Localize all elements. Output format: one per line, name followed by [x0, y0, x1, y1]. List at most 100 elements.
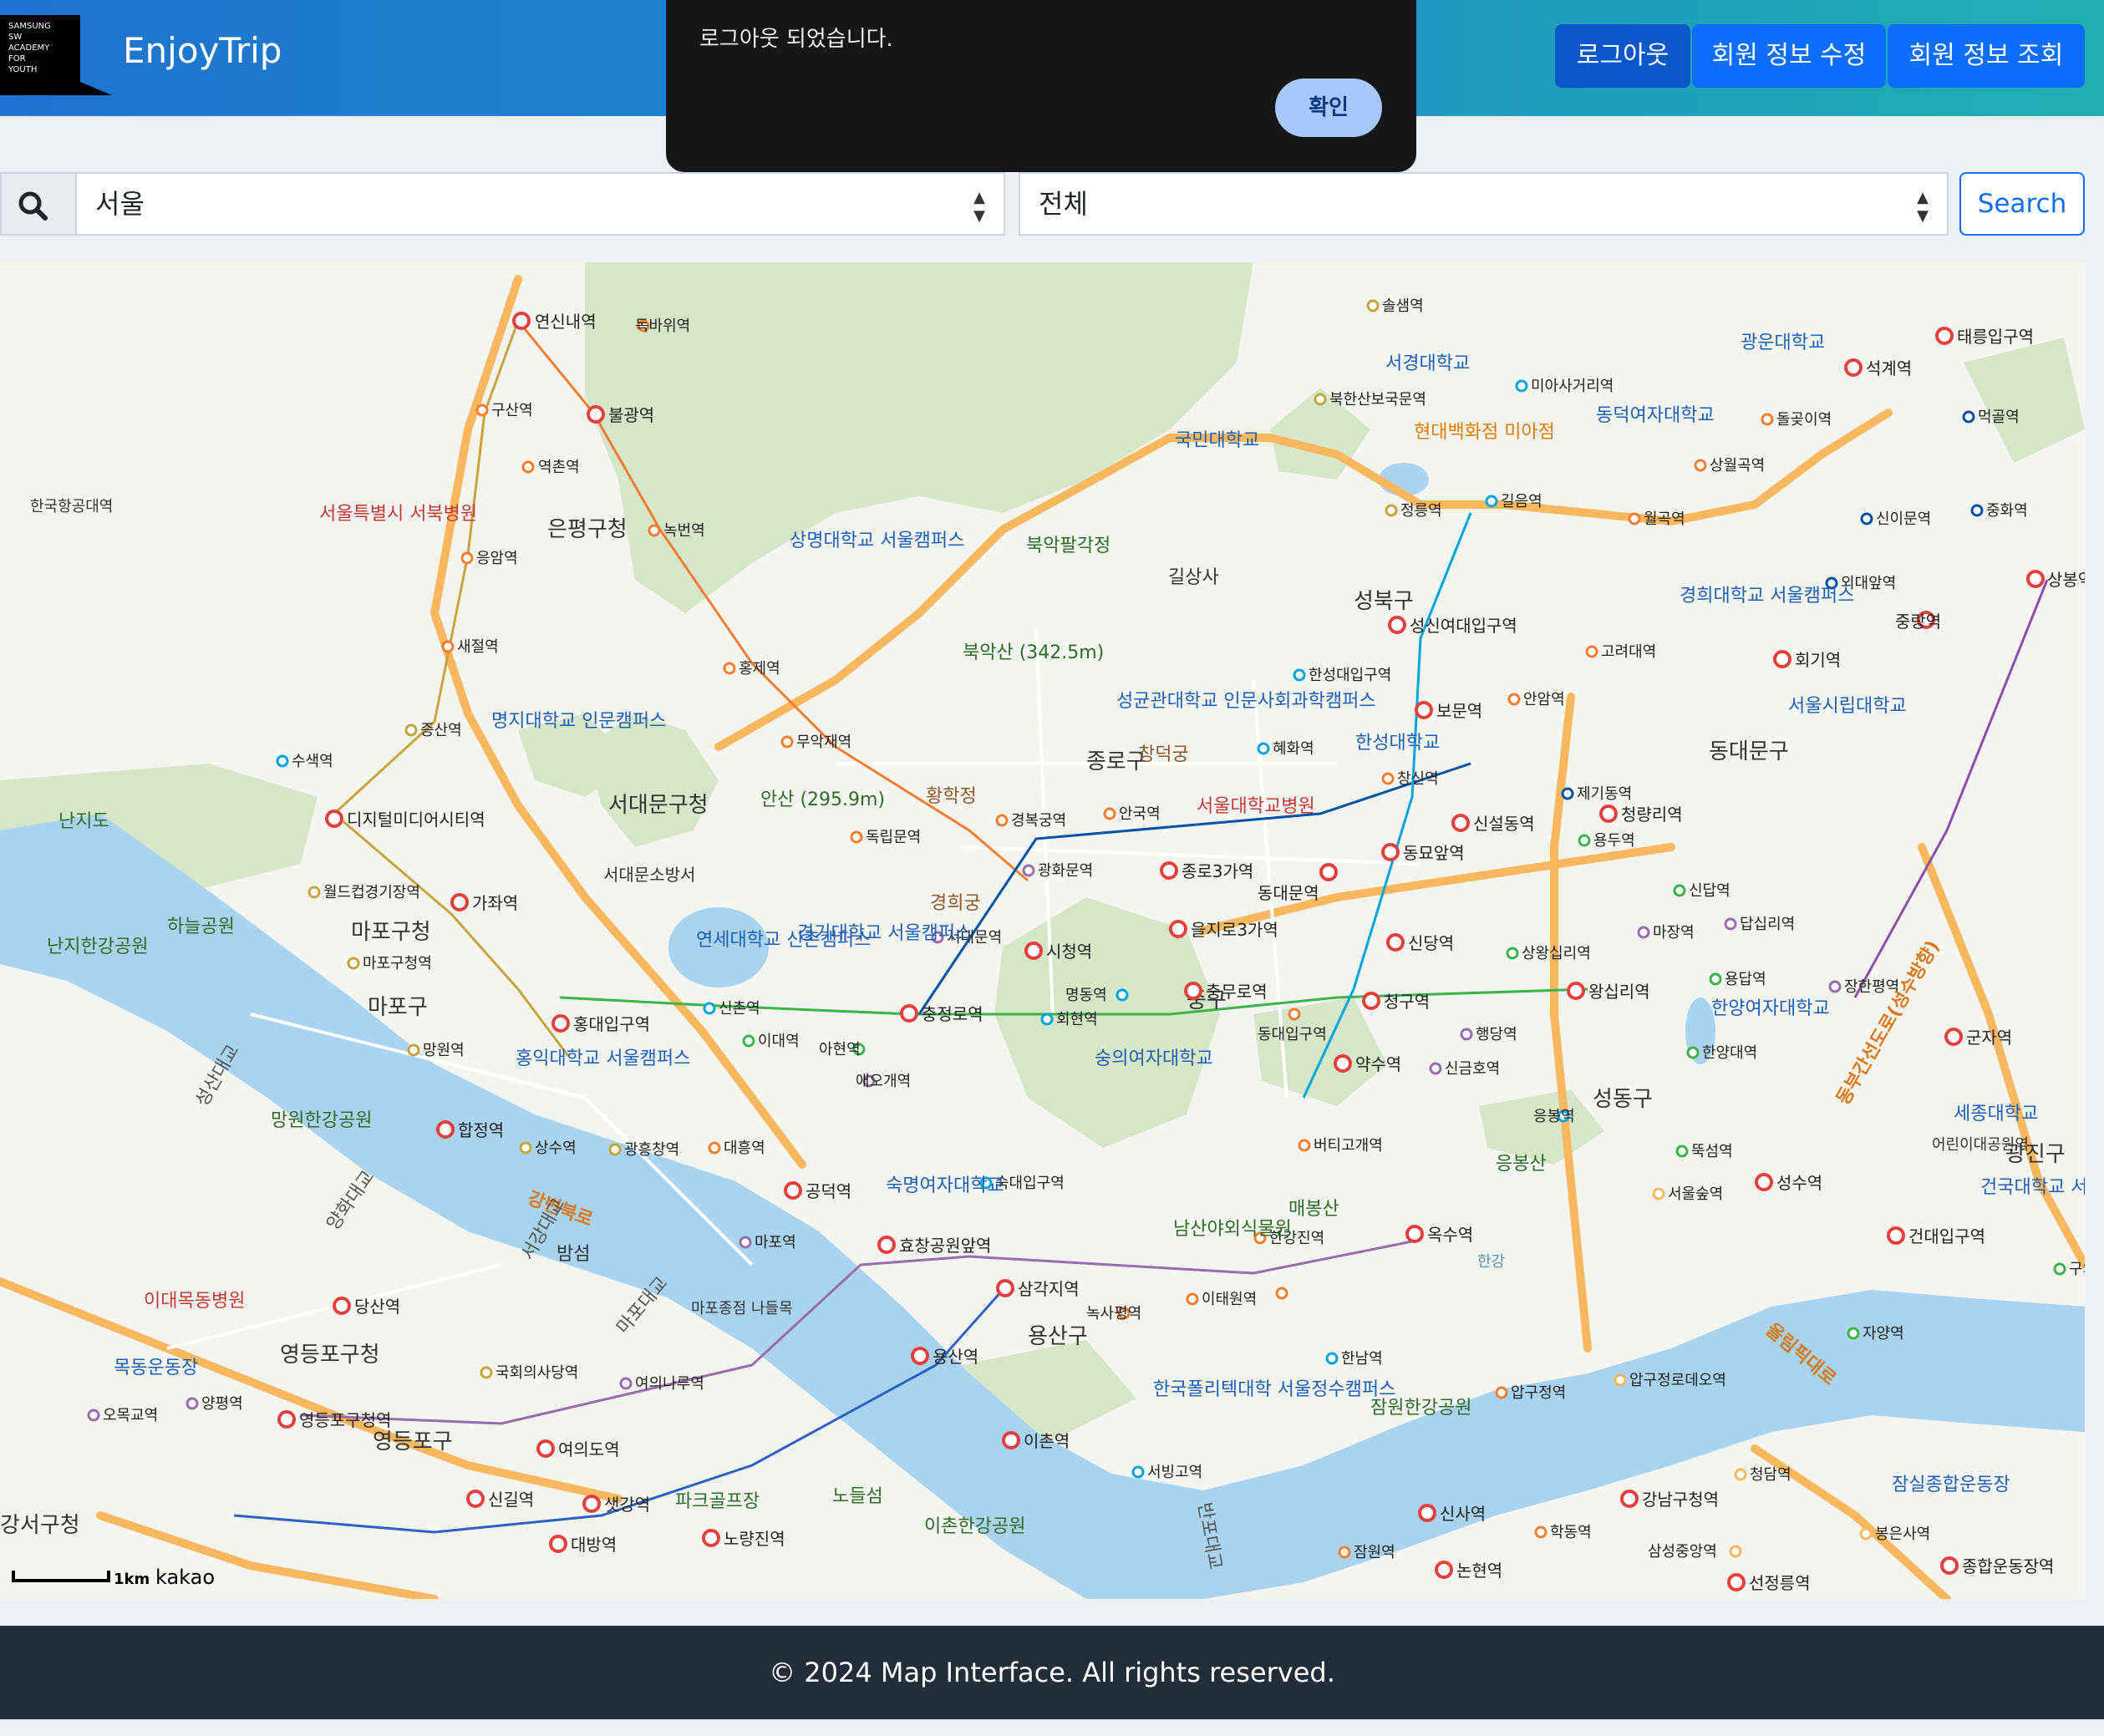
svg-text:마포구청역: 마포구청역	[363, 955, 432, 972]
svg-text:이태원역: 이태원역	[1202, 1291, 1257, 1308]
svg-text:종로3가역: 종로3가역	[1182, 861, 1253, 881]
station-marker: 신사역	[1418, 1504, 1486, 1524]
svg-text:용산역: 용산역	[933, 1347, 978, 1367]
view-profile-button[interactable]: 회원 정보 조회	[1888, 24, 2085, 88]
place-label: 한국폴리텍대학 서울정수캠퍼스	[1153, 1379, 1395, 1400]
station-marker: 답십리역	[1724, 916, 1795, 933]
station-marker: 홍대입구역	[551, 1014, 650, 1034]
svg-text:신촌역: 신촌역	[719, 1000, 760, 1018]
svg-text:한남역: 한남역	[1341, 1350, 1383, 1368]
svg-text:노량진역: 노량진역	[724, 1529, 785, 1549]
station-marker: 연신내역	[512, 312, 597, 332]
place-label: 망원한강공원	[271, 1110, 372, 1131]
svg-text:숙대입구역: 숙대입구역	[995, 1175, 1065, 1192]
samsung-academy-logo[interactable]: SAMSUNG SW ACADEMY FOR YOUTH	[0, 15, 112, 95]
district-label: 마포구청	[351, 920, 431, 945]
station-marker: 혜화역	[1257, 740, 1314, 758]
station-marker: 가좌역	[450, 893, 518, 913]
station-marker: 오목교역	[87, 1407, 158, 1424]
svg-text:SAMSUNG: SAMSUNG	[8, 22, 51, 31]
station-marker	[1275, 1287, 1288, 1300]
svg-text:공덕역: 공덕역	[806, 1181, 851, 1201]
svg-text:동묘앞역: 동묘앞역	[1403, 843, 1465, 863]
svg-text:보문역: 보문역	[1436, 701, 1482, 721]
place-label: 건국대학교 서울캠퍼스	[1980, 1177, 2085, 1198]
station-marker: 용산역	[911, 1347, 978, 1367]
district-label: 영등포구	[373, 1429, 453, 1454]
station-marker: 군자역	[1944, 1028, 2012, 1048]
svg-text:가좌역: 가좌역	[472, 893, 518, 913]
station-marker: 마장역	[1637, 924, 1695, 942]
svg-text:혜화역: 혜화역	[1273, 740, 1314, 758]
svg-text:왕십리역: 왕십리역	[1588, 982, 1650, 1002]
place-label: 난지한강공원	[47, 937, 148, 957]
svg-text:답십리역: 답십리역	[1740, 916, 1795, 933]
svg-text:신금호역: 신금호역	[1445, 1060, 1500, 1078]
svg-text:압구정로데오역: 압구정로데오역	[1629, 1372, 1726, 1389]
station-marker: 중화역	[1970, 502, 2028, 520]
station-marker: 한남역	[1325, 1350, 1383, 1368]
station-marker: 고려대역	[1585, 643, 1656, 661]
svg-text:대방역: 대방역	[571, 1535, 617, 1555]
svg-text:독바위역: 독바위역	[635, 317, 690, 335]
place-label: 파크골프장	[675, 1491, 760, 1512]
svg-text:봉은사역: 봉은사역	[1875, 1525, 1930, 1543]
station-marker: 옥수역	[1405, 1225, 1473, 1245]
svg-text:종합운동장역: 종합운동장역	[1962, 1556, 2054, 1576]
station-marker: 신답역	[1673, 882, 1730, 900]
station-marker: 응봉역	[1533, 1108, 1575, 1125]
station-marker: 선정릉역	[1727, 1573, 1811, 1593]
map-scale-bar: 1km kakao	[12, 1566, 215, 1589]
svg-text:학동역: 학동역	[1550, 1524, 1592, 1541]
svg-text:신이문역: 신이문역	[1876, 510, 1931, 528]
region-select[interactable]: 서울 ▲ ▼	[75, 172, 1005, 236]
place-label: 목동운동장	[114, 1358, 198, 1378]
svg-text:회기역: 회기역	[1795, 650, 1841, 670]
edit-profile-button[interactable]: 회원 정보 수정	[1692, 24, 1886, 88]
place-label: 잠원한강공원	[1370, 1398, 1471, 1419]
svg-text:선정릉역: 선정릉역	[1749, 1573, 1811, 1593]
svg-text:이대역: 이대역	[758, 1033, 800, 1050]
place-label: 매봉산	[1288, 1199, 1339, 1220]
svg-text:청량리역: 청량리역	[1621, 805, 1683, 825]
station-marker: 종합운동장역	[1940, 1556, 2054, 1576]
svg-text:양평역: 양평역	[201, 1395, 243, 1413]
station-marker: 샛강역	[582, 1495, 650, 1515]
place-label: 서울특별시 서북병원	[319, 504, 477, 525]
district-label: 종로구	[1086, 749, 1146, 774]
svg-text:역촌역: 역촌역	[538, 459, 580, 476]
svg-text:논현역: 논현역	[1456, 1561, 1502, 1581]
footer: © 2024 Map Interface. All rights reserve…	[0, 1626, 2104, 1719]
station-marker: 영등포구청역	[277, 1410, 391, 1430]
place-label: 한성대학교	[1355, 733, 1440, 754]
station-marker: 아현역	[819, 1041, 866, 1058]
svg-text:효창공원앞역: 효창공원앞역	[899, 1236, 991, 1256]
station-marker: 대방역	[549, 1535, 617, 1555]
station-marker: 무악재역	[780, 733, 851, 751]
logout-button[interactable]: 로그아웃	[1555, 24, 1690, 88]
search-button[interactable]: Search	[1959, 172, 2085, 236]
confirm-button[interactable]: 확인	[1275, 79, 1382, 137]
parks-layer	[0, 262, 2085, 1449]
category-select[interactable]: 전체 ▲ ▼	[1019, 172, 1949, 236]
district-label: 서대문소방서	[603, 865, 695, 885]
logout-alert-dialog: 로그아웃 되었습니다. 확인	[666, 0, 1416, 172]
station-marker: 동묘앞역	[1381, 843, 1465, 863]
svg-text:삼각지역: 삼각지역	[1018, 1279, 1080, 1299]
svg-text:마포역: 마포역	[755, 1234, 796, 1251]
district-label: 강서구청	[0, 1513, 80, 1538]
svg-text:신설동역: 신설동역	[1473, 814, 1535, 834]
svg-text:태릉입구역: 태릉입구역	[1957, 327, 2034, 347]
place-label: 서울대학교병원	[1197, 796, 1315, 817]
svg-text:미아사거리역: 미아사거리역	[1531, 378, 1614, 395]
svg-text:동대입구역: 동대입구역	[1258, 1026, 1327, 1043]
station-marker: 압구정로데오역	[1614, 1372, 1726, 1389]
station-marker: 뚝섬역	[1675, 1143, 1733, 1160]
place-label: 이대목동병원	[144, 1291, 245, 1312]
station-marker: 북한산보국문역	[1314, 391, 1426, 409]
station-marker: 태릉입구역	[1935, 327, 2034, 347]
brand-title[interactable]: EnjoyTrip	[123, 30, 282, 71]
svg-text:용두역: 용두역	[1593, 832, 1635, 850]
select-arrows-icon: ▲ ▼	[1917, 189, 1929, 225]
kakao-map[interactable]: 은평구청 서대문구청 마포구청 마포구 종로구 성북구 동대문구 중구 용산구 …	[0, 262, 2085, 1599]
